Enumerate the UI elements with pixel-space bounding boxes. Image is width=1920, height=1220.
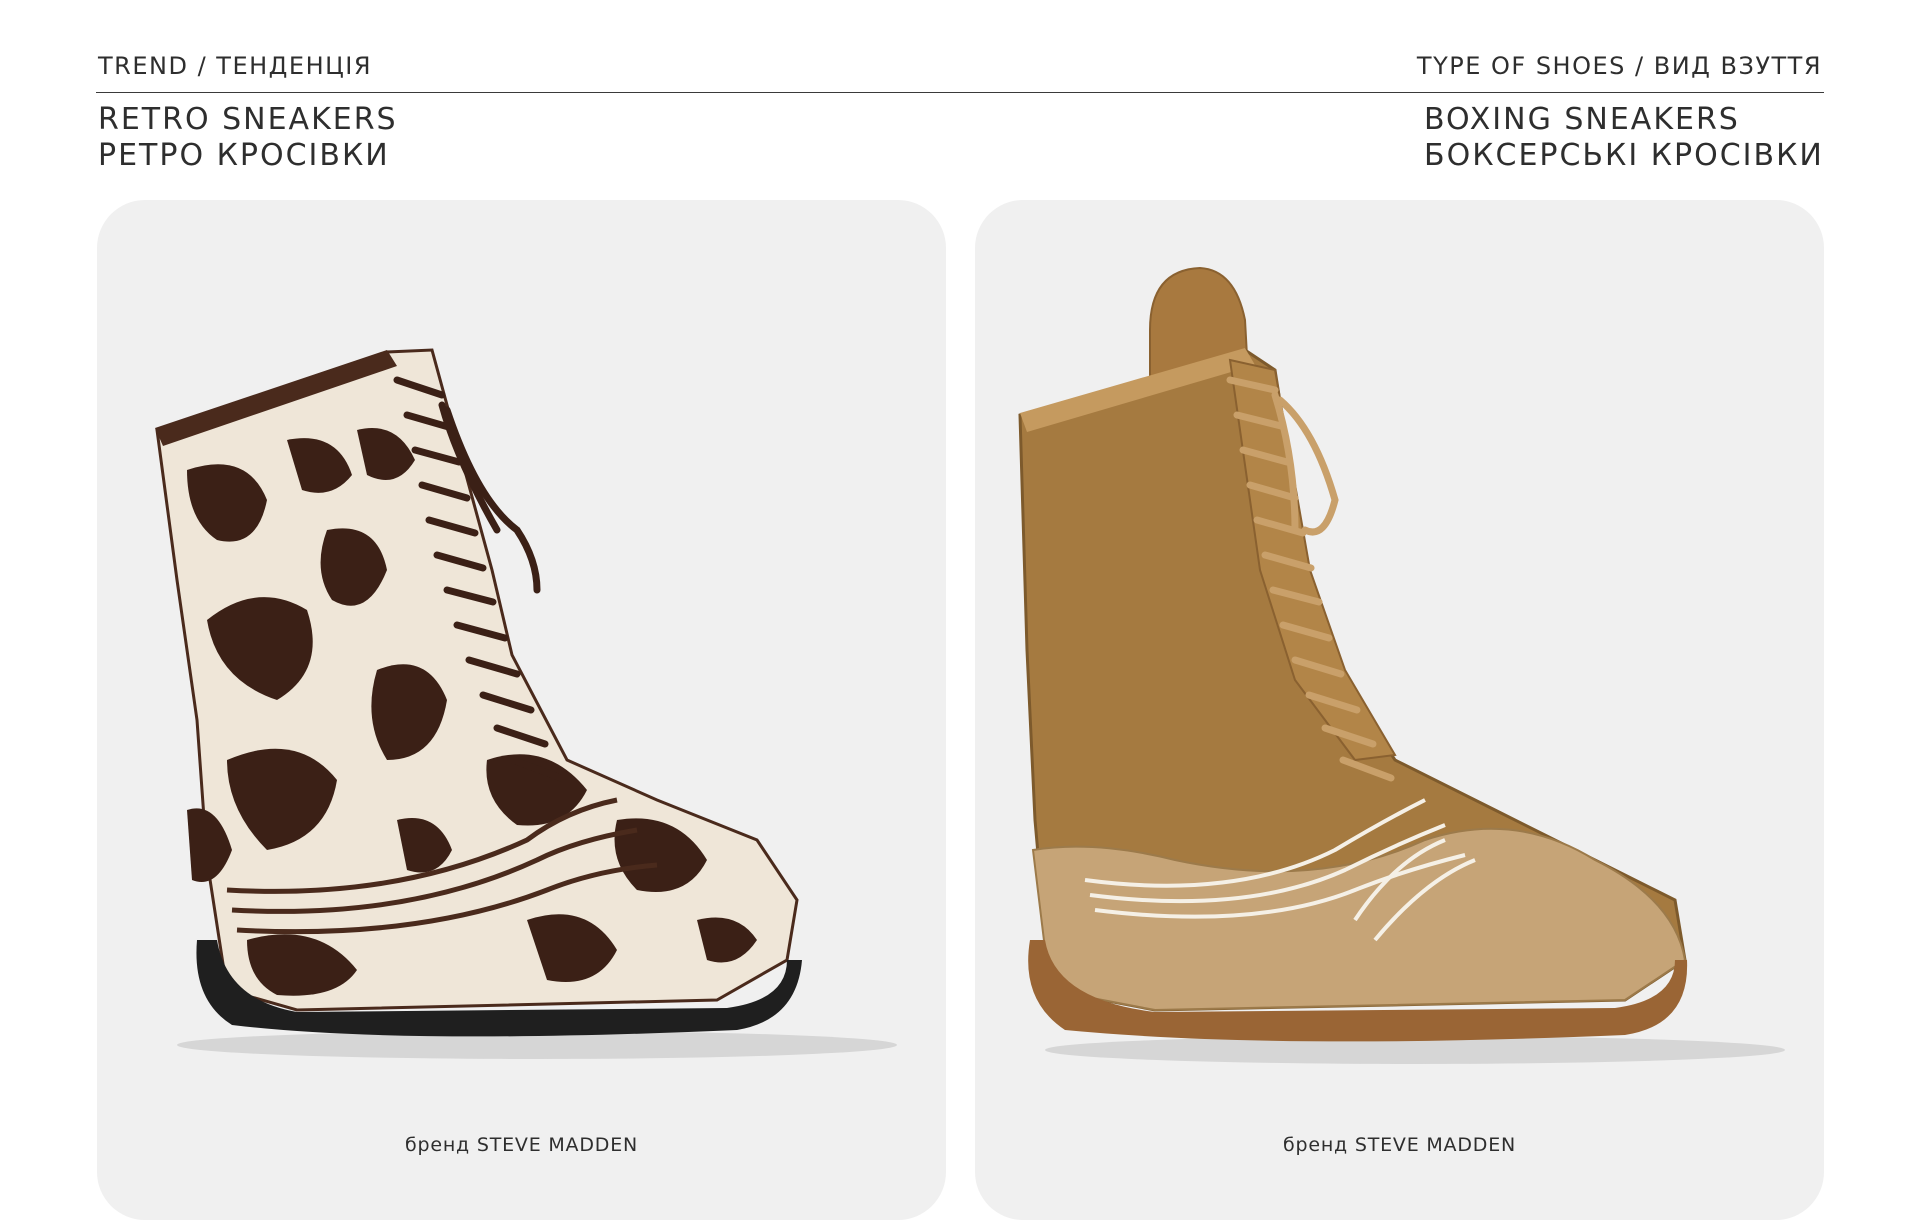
- tan-boot-image: [1018, 266, 1785, 1064]
- cow-print-boot-image: [155, 348, 897, 1059]
- product-caption-cow-print: бренд STEVE MADDEN: [404, 1134, 639, 1156]
- trend-title-en: RETRO SNEAKERS: [98, 102, 398, 137]
- product-card-cow-print: бренд STEVE MADDEN: [97, 200, 946, 1220]
- header-divider: [96, 92, 1824, 93]
- shoe-type-title-en: BOXING SNEAKERS: [1424, 102, 1740, 137]
- product-card-tan: бренд STEVE MADDEN: [975, 200, 1824, 1220]
- shoe-type-title-ua: БОКСЕРСЬКІ КРОСІВКИ: [1424, 138, 1824, 173]
- shoe-type-heading: TYPE OF SHOES / ВИД ВЗУТТЯ: [1416, 52, 1822, 80]
- shoe-type-title: BOXING SNEAKERS БОКСЕРСЬКІ КРОСІВКИ: [1424, 102, 1824, 174]
- trend-heading: TREND / ТЕНДЕНЦІЯ: [98, 52, 372, 80]
- trend-title: RETRO SNEAKERS РЕТРО КРОСІВКИ: [98, 102, 398, 174]
- product-caption-tan: бренд STEVE MADDEN: [1282, 1134, 1517, 1156]
- trend-title-ua: РЕТРО КРОСІВКИ: [98, 138, 390, 173]
